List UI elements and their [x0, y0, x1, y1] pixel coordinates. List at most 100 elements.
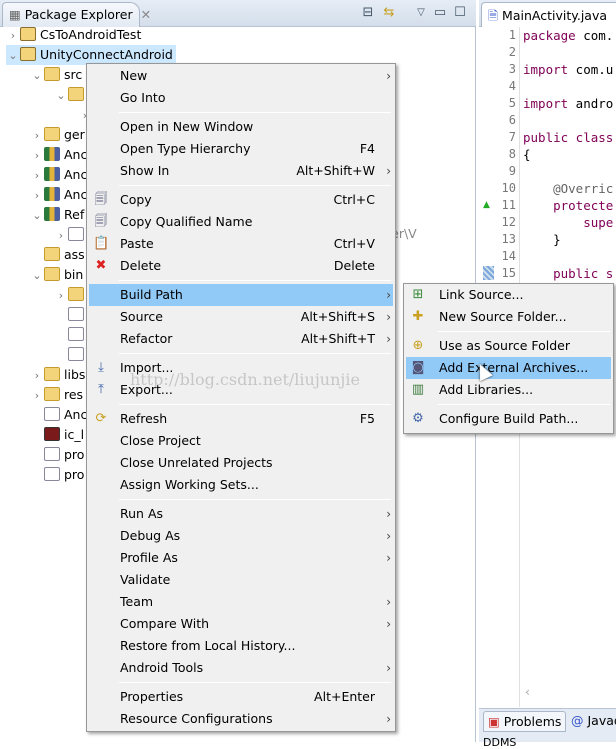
menu-item-source[interactable]: Source Alt+Shift+S › [89, 306, 393, 328]
menu-item-show-in[interactable]: Show In Alt+Shift+W › [89, 160, 393, 182]
tree-item[interactable] [54, 325, 88, 345]
twisty-icon[interactable]: › [30, 366, 44, 386]
code-line: protecte [523, 198, 613, 213]
menu-item-restore-from-local-history[interactable]: Restore from Local History... [89, 635, 393, 657]
twisty-icon[interactable]: › [30, 146, 44, 166]
menu-item-profile-as[interactable]: Profile As › [89, 547, 393, 569]
tree-item[interactable]: › Anc [30, 145, 87, 165]
tree-item[interactable]: › res [30, 385, 83, 405]
menu-item-link-source[interactable]: ⊞ Link Source... [406, 284, 611, 306]
twisty-icon[interactable]: ⌄ [6, 46, 20, 66]
tree-item[interactable]: pro [30, 445, 84, 465]
code-line: import com.u [523, 62, 613, 77]
twisty-icon[interactable]: › [30, 166, 44, 186]
line-number: 7 [508, 130, 516, 144]
twisty-icon[interactable]: ⌄ [30, 266, 44, 286]
twisty-icon[interactable]: › [30, 126, 44, 146]
menu-item-android-tools[interactable]: Android Tools › [89, 657, 393, 679]
menu-item-refresh[interactable]: ⟳ Refresh F5 [89, 408, 393, 430]
menu-item-export[interactable]: ⤒ Export... [89, 379, 393, 401]
tree-item[interactable]: Anc [30, 405, 87, 425]
menu-item-compare-with[interactable]: Compare With › [89, 613, 393, 635]
tree-item[interactable]: ⌄ src [30, 65, 82, 85]
submenu-arrow-icon: › [386, 617, 391, 631]
menu-item-refactor[interactable]: Refactor Alt+Shift+T › [89, 328, 393, 350]
menu-item-shortcut: Alt+Shift+T [301, 331, 375, 346]
tree-item[interactable]: ⌄ [54, 85, 88, 105]
tree-item[interactable]: › [54, 225, 88, 245]
file-icon [44, 467, 60, 481]
menu-item-open-in-new-window[interactable]: Open in New Window [89, 116, 393, 138]
menu-item-resource-configurations[interactable]: Resource Configurations › [89, 708, 393, 730]
twisty-icon[interactable]: › [54, 286, 68, 306]
minimize-icon[interactable]: ▭ [432, 5, 448, 21]
menu-item-copy-qualified-name[interactable]: 🗐 Copy Qualified Name [89, 211, 393, 233]
menu-item-assign-working-sets[interactable]: Assign Working Sets... [89, 474, 393, 496]
menu-item-paste[interactable]: 📋 Paste Ctrl+V [89, 233, 393, 255]
twisty-icon[interactable]: ⌄ [54, 86, 68, 106]
view-menu-icon[interactable]: ▽ [413, 5, 429, 21]
menu-item-use-as-source-folder[interactable]: ⊕ Use as Source Folder [406, 335, 611, 357]
menu-item-close-unrelated-projects[interactable]: Close Unrelated Projects [89, 452, 393, 474]
tree-item[interactable]: ic_l [30, 425, 84, 445]
menu-item-debug-as[interactable]: Debug As › [89, 525, 393, 547]
twisty-icon[interactable]: ⌄ [30, 66, 44, 86]
menu-item-team[interactable]: Team › [89, 591, 393, 613]
menu-item-import[interactable]: ⤓ Import... [89, 357, 393, 379]
line-number: 8 [508, 147, 516, 161]
menu-item-configure-build-path[interactable]: ⚙ Configure Build Path... [406, 408, 611, 430]
close-icon[interactable]: ✕ [141, 7, 151, 22]
tree-item-label: src [64, 67, 83, 82]
tree-item[interactable]: ass [30, 245, 85, 265]
menu-item-label: Add External Archives... [439, 360, 589, 375]
scroll-left-icon[interactable]: ‹ [525, 684, 530, 699]
tree-item[interactable]: › Anc [30, 185, 87, 205]
twisty-icon[interactable]: ⌄ [30, 206, 44, 226]
twisty-icon[interactable]: › [6, 26, 20, 46]
menu-item-add-external-archives[interactable]: ◙ Add External Archives... [406, 357, 611, 379]
menu-item-go-into[interactable]: Go Into [89, 87, 393, 109]
tree-item[interactable] [54, 345, 88, 365]
tab-javadoc[interactable]: @ Javadoc [567, 711, 616, 730]
menu-item-add-libraries[interactable]: ▥ Add Libraries... [406, 379, 611, 401]
menu-item-open-type-hierarchy[interactable]: Open Type Hierarchy F4 [89, 138, 393, 160]
twisty-icon[interactable]: › [30, 386, 44, 406]
maximize-icon[interactable]: ☐ [452, 5, 468, 21]
twisty-icon[interactable]: › [30, 186, 44, 206]
menu-item-new[interactable]: New › [89, 65, 393, 87]
editor-tab-mainactivity[interactable]: 🗎 MainActivity.java [481, 2, 616, 27]
code-keyword: package [523, 28, 576, 43]
java-file-icon [68, 347, 84, 361]
collapse-all-icon[interactable]: ⊟ [360, 5, 376, 21]
library-icon [44, 207, 60, 221]
code-keyword: public s [523, 266, 614, 281]
tree-item[interactable]: ⌄ Ref [30, 205, 84, 225]
menu-item-close-project[interactable]: Close Project [89, 430, 393, 452]
tree-item[interactable] [54, 305, 88, 325]
menu-item-delete[interactable]: ✖ Delete Delete [89, 255, 393, 277]
menu-item-copy[interactable]: 🗐 Copy Ctrl+C [89, 189, 393, 211]
menu-item-new-source-folder[interactable]: ✚ New Source Folder... [406, 306, 611, 328]
link-with-editor-icon[interactable]: ⇆ [381, 5, 397, 21]
menu-item-validate[interactable]: Validate [89, 569, 393, 591]
tree-item-label: bin [64, 267, 84, 282]
menu-item-label: Import... [120, 360, 174, 375]
tab-problems[interactable]: ▣ Problems [483, 711, 567, 732]
menu-item-label: Team [120, 594, 154, 609]
menu-item-properties[interactable]: Properties Alt+Enter [89, 686, 393, 708]
tree-item[interactable]: › Anc [30, 165, 87, 185]
menu-item-build-path[interactable]: Build Path › [89, 284, 393, 306]
tree-item[interactable]: pro [30, 465, 84, 485]
tree-item[interactable]: › ger [30, 125, 85, 145]
menu-item-run-as[interactable]: Run As › [89, 503, 393, 525]
tree-item[interactable]: ⌄ UnityConnectAndroid [6, 45, 176, 65]
copy-qualified-icon: 🗐 [94, 214, 108, 229]
tree-item[interactable]: › libs [30, 365, 85, 385]
twisty-icon[interactable]: › [54, 226, 68, 246]
tree-item[interactable]: ⌄ bin [30, 265, 83, 285]
package-explorer-tab[interactable]: ▦ Package Explorer ✕ [2, 2, 151, 27]
tree-item[interactable]: › CsToAndroidTest [6, 25, 141, 45]
use-source-folder-icon: ⊕ [412, 338, 424, 353]
tree-item[interactable]: › [54, 285, 88, 305]
menu-item-label: Open Type Hierarchy [120, 141, 251, 156]
